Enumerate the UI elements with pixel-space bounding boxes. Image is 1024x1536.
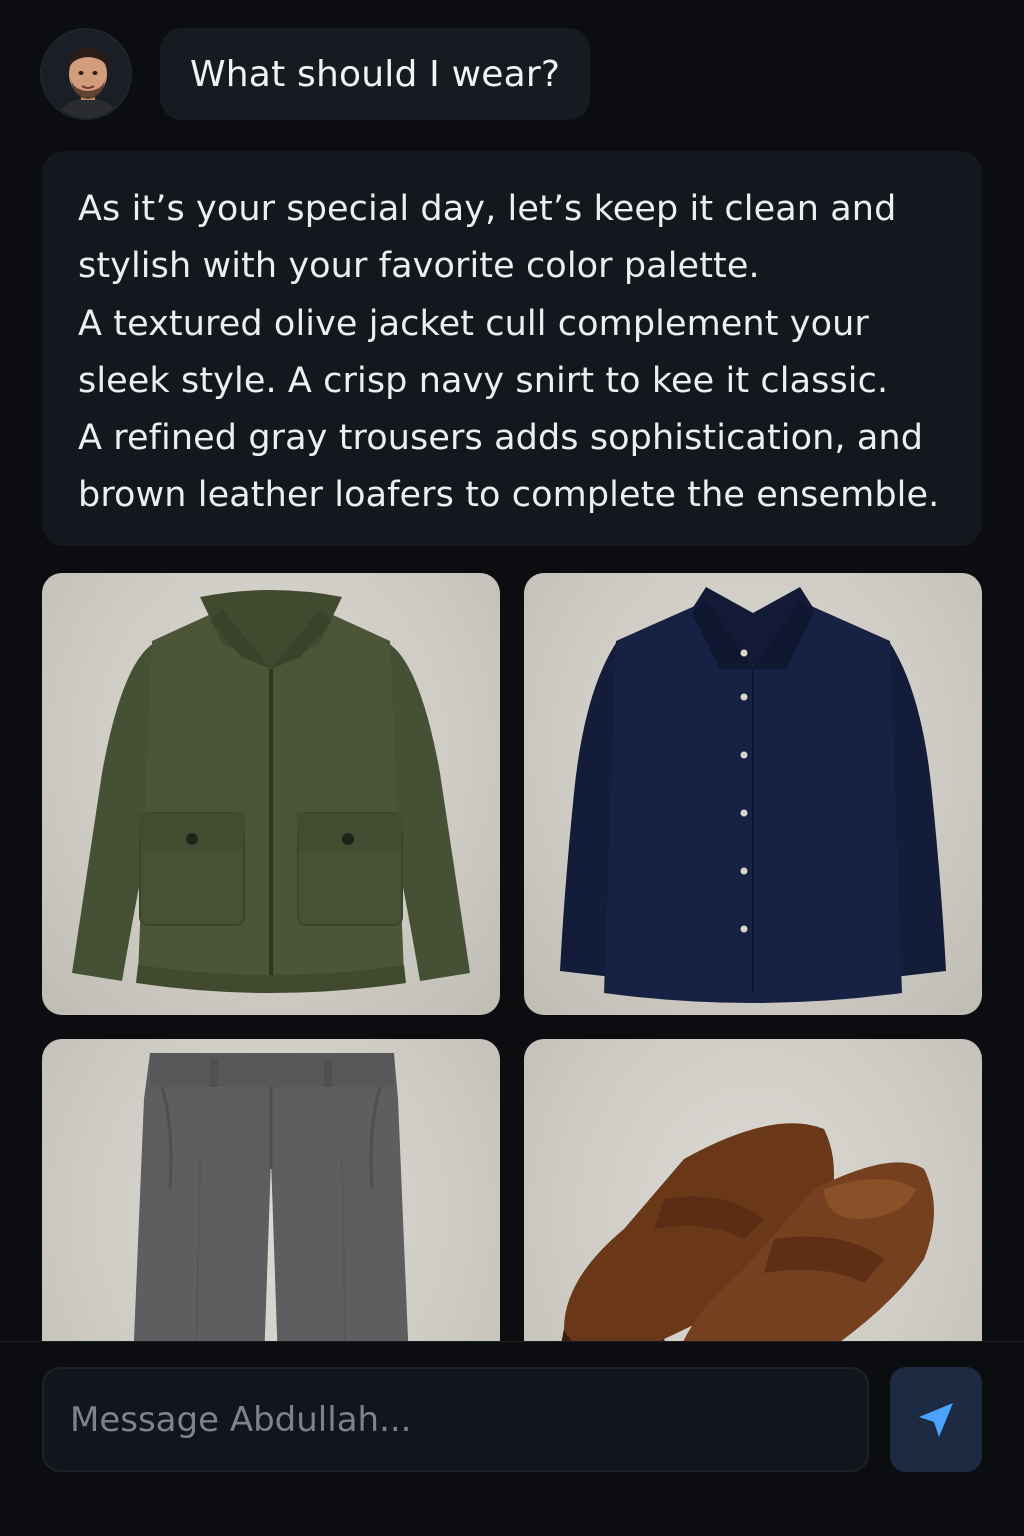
- assistant-message-line: A textured olive jacket cull complement …: [78, 303, 869, 344]
- user-message-bubble: What should I wear?: [160, 28, 591, 120]
- jacket-icon: [72, 590, 470, 993]
- gray-trousers-image[interactable]: [42, 1039, 500, 1341]
- brown-loafers-image[interactable]: [524, 1039, 982, 1341]
- send-button[interactable]: [890, 1367, 982, 1472]
- message-composer: [0, 1341, 1024, 1536]
- message-input[interactable]: [42, 1367, 869, 1472]
- user-message-row: What should I wear?: [40, 28, 591, 120]
- assistant-message-line: As it’s your special day, let’s keep it …: [78, 189, 897, 229]
- outfit-image-grid: [0, 573, 1024, 1341]
- assistant-message-line: sleek style. A crisp navy snirt to kee i…: [78, 360, 889, 401]
- chat-screen: What should I wear? As it’s your special…: [0, 0, 1024, 1536]
- user-portrait-avatar-icon: [42, 30, 130, 118]
- loafers-icon: [561, 1123, 934, 1341]
- trousers-icon: [134, 1053, 408, 1341]
- assistant-message-line: stylish with your favorite color palette…: [78, 246, 760, 287]
- navy-shirt-image[interactable]: [524, 573, 982, 1015]
- shirt-icon: [560, 587, 946, 1003]
- olive-jacket-image[interactable]: [42, 573, 500, 1015]
- assistant-message-bubble: As it’s your special day, let’s keep it …: [42, 151, 982, 546]
- assistant-message-line: brown leather loafers to complete the en…: [78, 475, 940, 516]
- assistant-message-line: A refined gray trousers adds sophisticat…: [78, 418, 924, 459]
- send-arrow-icon: [919, 1402, 953, 1437]
- avatar[interactable]: [40, 28, 132, 120]
